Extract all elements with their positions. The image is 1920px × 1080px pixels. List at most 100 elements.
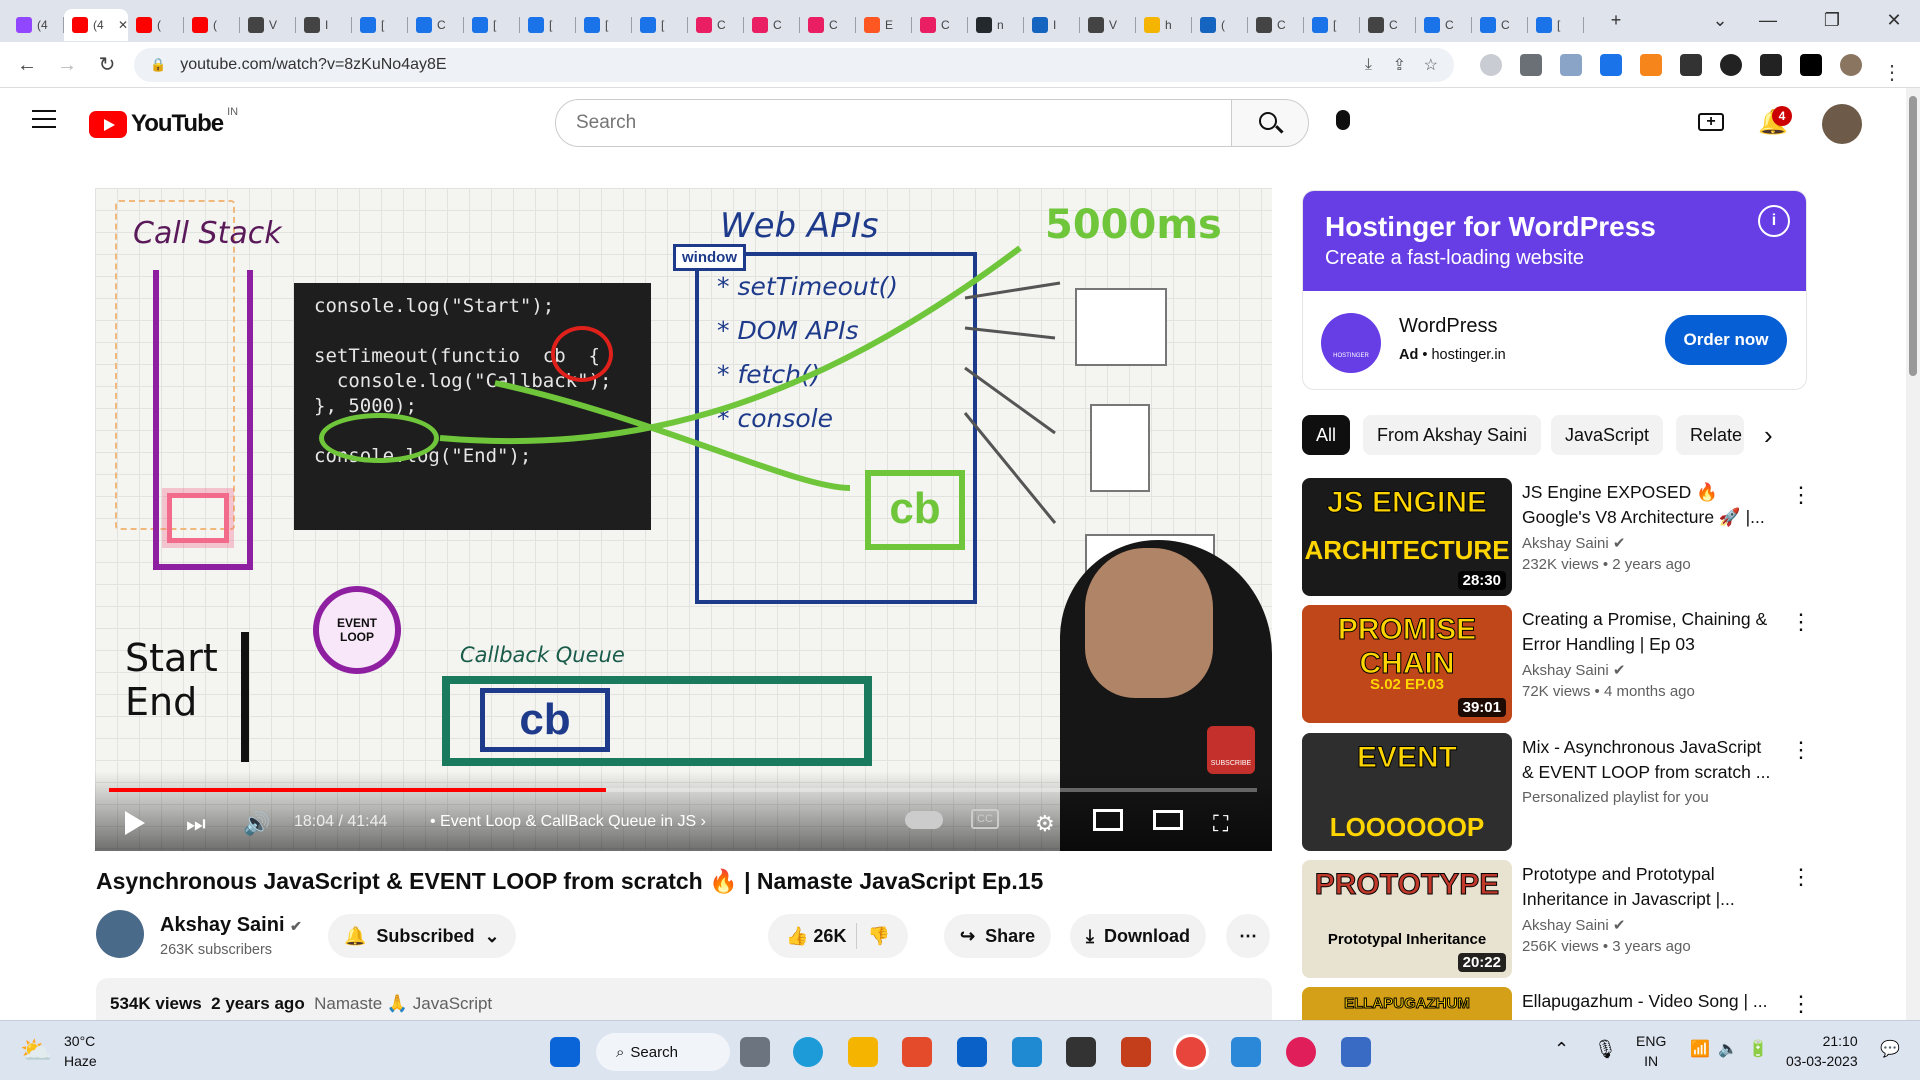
- reading-list-icon[interactable]: [1760, 54, 1782, 76]
- search-button[interactable]: [1231, 99, 1309, 147]
- browser-tab[interactable]: I: [1024, 9, 1080, 41]
- user-avatar[interactable]: [1822, 104, 1862, 144]
- extension-icon[interactable]: [1480, 54, 1502, 76]
- page-scrollbar[interactable]: [1906, 88, 1920, 1020]
- recommendation-item[interactable]: PROTOTYPE Prototypal Inheritance 20:22 Prot…: [1302, 860, 1812, 980]
- more-options-icon[interactable]: ⋮: [1790, 482, 1812, 508]
- share-button[interactable]: ↪ Share: [944, 914, 1052, 958]
- back-icon[interactable]: ←: [12, 50, 42, 80]
- browser-tab[interactable]: (: [128, 9, 184, 41]
- start-menu-icon[interactable]: [550, 1037, 580, 1067]
- next-video-icon[interactable]: ⏭: [186, 811, 206, 837]
- video-thumbnail[interactable]: JS ENGINE ARCHITECTURE 28:30: [1302, 478, 1512, 596]
- channel-name[interactable]: Akshay Saini ✔: [160, 914, 302, 937]
- browser-tab[interactable]: [: [464, 9, 520, 41]
- slack-icon[interactable]: [1286, 1037, 1316, 1067]
- browser-tab[interactable]: V: [240, 9, 296, 41]
- channel-avatar[interactable]: [96, 910, 144, 958]
- recommendation-title[interactable]: Mix - Asynchronous JavaScript & EVENT LO…: [1522, 735, 1772, 785]
- voice-search-mic-icon[interactable]: [1336, 110, 1350, 130]
- network-app-icon[interactable]: [1341, 1037, 1371, 1067]
- weather-icon[interactable]: ⛅: [20, 1035, 52, 1066]
- browser-menu-icon[interactable]: ⋮: [1882, 60, 1902, 85]
- chips-next-chevron-icon[interactable]: ›: [1764, 420, 1773, 451]
- more-options-icon[interactable]: ⋮: [1790, 991, 1812, 1017]
- create-video-icon[interactable]: +: [1698, 113, 1724, 131]
- edge-icon[interactable]: [793, 1037, 823, 1067]
- recommendation-channel[interactable]: Akshay Saini ✔: [1522, 661, 1625, 679]
- browser-tab[interactable]: [: [352, 9, 408, 41]
- youtube-logo[interactable]: YouTube IN: [89, 106, 238, 138]
- volume-icon[interactable]: 🔈: [1718, 1039, 1738, 1059]
- browser-tab[interactable]: (4: [8, 9, 64, 41]
- metamask-icon[interactable]: [1640, 54, 1662, 76]
- fullscreen-icon[interactable]: ⛶: [1213, 811, 1228, 837]
- ad-banner[interactable]: Hostinger for WordPress Create a fast-lo…: [1303, 191, 1806, 291]
- autoplay-toggle[interactable]: [905, 811, 943, 829]
- more-options-icon[interactable]: ⋮: [1790, 609, 1812, 635]
- more-actions-icon[interactable]: ⋯: [1226, 914, 1270, 958]
- like-button[interactable]: 👍 26K: [786, 926, 846, 947]
- minimize-icon[interactable]: —: [1748, 8, 1788, 32]
- recommendation-channel[interactable]: Akshay Saini ✔: [1522, 916, 1625, 934]
- extension-icon[interactable]: [1600, 54, 1622, 76]
- browser-tab[interactable]: [: [520, 9, 576, 41]
- profile-avatar[interactable]: [1840, 54, 1862, 76]
- share-page-icon[interactable]: ⇪: [1393, 55, 1406, 75]
- extension-icon[interactable]: [1720, 54, 1742, 76]
- recommendation-item[interactable]: JS ENGINE ARCHITECTURE 28:30 JS Engine EXPO…: [1302, 478, 1812, 598]
- dislike-button-icon[interactable]: 👎: [867, 926, 889, 947]
- subscribe-watermark[interactable]: SUBSCRIBE: [1207, 726, 1255, 774]
- mail-icon[interactable]: [957, 1037, 987, 1067]
- microphone-icon[interactable]: 🎙: [1594, 1039, 1617, 1060]
- browser-tab[interactable]: C: [744, 9, 800, 41]
- browser-tab[interactable]: [: [1304, 9, 1360, 41]
- browser-tab[interactable]: I: [296, 9, 352, 41]
- browser-tab[interactable]: [: [1528, 9, 1584, 41]
- chrome-icon[interactable]: [1176, 1037, 1206, 1067]
- browser-tab[interactable]: C: [1472, 9, 1528, 41]
- video-thumbnail[interactable]: EVENT LOOOOOOP: [1302, 733, 1512, 851]
- recommendation-item[interactable]: EVENT LOOOOOOP Mix - Asynchronous JavaScri…: [1302, 733, 1812, 853]
- tab-search-icon[interactable]: ⌄: [1700, 8, 1740, 32]
- recommendation-title[interactable]: Prototype and Prototypal Inheritance in …: [1522, 862, 1772, 912]
- chip-related[interactable]: Relate: [1676, 415, 1744, 455]
- order-now-button[interactable]: Order now: [1665, 315, 1787, 365]
- battery-icon[interactable]: 🔋: [1748, 1039, 1768, 1059]
- recommendation-title[interactable]: Creating a Promise, Chaining & Error Han…: [1522, 607, 1772, 657]
- recommendation-title[interactable]: Ellapugazhum - Video Song | ...: [1522, 989, 1772, 1014]
- browser-tab[interactable]: C: [800, 9, 856, 41]
- browser-tab[interactable]: E: [856, 9, 912, 41]
- chip-from-akshay-saini[interactable]: From Akshay Saini: [1363, 415, 1542, 455]
- task-view-icon[interactable]: [740, 1037, 770, 1067]
- volume-icon[interactable]: 🔊: [243, 811, 270, 837]
- chapter-title[interactable]: • Event Loop & CallBack Queue in JS ›: [430, 813, 706, 831]
- more-options-icon[interactable]: ⋮: [1790, 737, 1812, 763]
- recommendation-item[interactable]: ELLAPUGAZHUMVIDEO SONG Ellapugazhum - Vid…: [1302, 987, 1812, 1020]
- scrollbar-thumb[interactable]: [1909, 96, 1917, 376]
- vscode-icon[interactable]: [1012, 1037, 1042, 1067]
- close-window-icon[interactable]: ✕: [1874, 8, 1914, 32]
- video-thumbnail[interactable]: PROMISE CHAIN S.02 EP.03 39:01: [1302, 605, 1512, 723]
- wifi-icon[interactable]: 📶: [1690, 1039, 1710, 1059]
- browser-tab[interactable]: C: [1360, 9, 1416, 41]
- app-icon[interactable]: [1066, 1037, 1096, 1067]
- side-panel-icon[interactable]: [1800, 54, 1822, 76]
- more-options-icon[interactable]: ⋮: [1790, 864, 1812, 890]
- subscribed-button[interactable]: 🔔 Subscribed ⌄: [328, 914, 516, 958]
- search-input[interactable]: [555, 99, 1232, 147]
- powerpoint-icon[interactable]: [1121, 1037, 1151, 1067]
- ad-info-icon[interactable]: i: [1758, 205, 1790, 237]
- browser-tab[interactable]: C: [912, 9, 968, 41]
- ms-store-icon[interactable]: [902, 1037, 932, 1067]
- video-thumbnail[interactable]: PROTOTYPE Prototypal Inheritance 20:22: [1302, 860, 1512, 978]
- recommendation-item[interactable]: PROMISE CHAIN S.02 EP.03 39:01 Creating a P…: [1302, 605, 1812, 725]
- chip-javascript[interactable]: JavaScript: [1551, 415, 1664, 455]
- hashtags[interactable]: Namaste 🙏 JavaScript: [314, 994, 492, 1013]
- file-explorer-icon[interactable]: [848, 1037, 878, 1067]
- miniplayer-icon[interactable]: [1093, 809, 1123, 831]
- calendar-icon[interactable]: [1231, 1037, 1261, 1067]
- recommendation-channel[interactable]: Akshay Saini ✔: [1522, 534, 1625, 552]
- maximize-icon[interactable]: ❐: [1812, 8, 1852, 32]
- install-icon[interactable]: ⤓: [1365, 56, 1372, 74]
